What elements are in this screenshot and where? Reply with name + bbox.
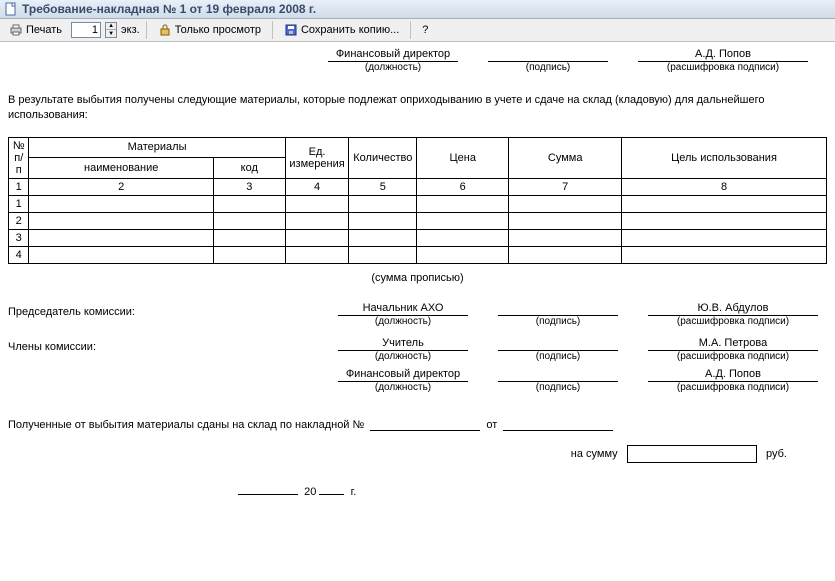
toolbar-separator — [272, 21, 273, 39]
th-npp: № п/п — [9, 137, 29, 178]
top-position-block: Финансовый директор (должность) — [328, 48, 458, 73]
top-name-value: А.Д. Попов — [638, 48, 808, 62]
toolbar: Печать ▲ ▼ экз. Только просмотр Сохранит… — [0, 19, 835, 42]
materials-table: № п/п Материалы Ед. измерения Количество… — [8, 137, 827, 264]
date-day-field — [238, 481, 298, 495]
member2-position: Финансовый директор — [338, 368, 468, 382]
save-copy-button[interactable]: Сохранить копию... — [279, 21, 404, 39]
top-signature-value — [488, 48, 608, 62]
table-row: 2 — [9, 212, 827, 229]
spinner-up-icon[interactable]: ▲ — [106, 23, 116, 30]
window-titlebar: Требование-накладная № 1 от 19 февраля 2… — [0, 0, 835, 19]
th-materials: Материалы — [29, 137, 285, 158]
th-unit: Ед. измерения — [285, 137, 349, 178]
sum-row: на сумму руб. — [8, 445, 827, 463]
invoice-number-field — [370, 417, 480, 431]
top-position-caption: (должность) — [328, 62, 458, 73]
top-name-caption: (расшифровка подписи) — [638, 62, 808, 73]
handover-from-label: от — [486, 419, 497, 431]
th-sum: Сумма — [509, 137, 622, 178]
top-position-value: Финансовый директор — [328, 48, 458, 62]
help-label: ? — [422, 24, 428, 36]
view-only-label: Только просмотр — [175, 24, 261, 36]
document-body: Финансовый директор (должность) (подпись… — [0, 42, 835, 518]
help-button[interactable]: ? — [417, 22, 433, 38]
toolbar-separator — [146, 21, 147, 39]
print-label: Печать — [26, 24, 62, 36]
handover-prefix: Полученные от выбытия материалы сданы на… — [8, 419, 364, 431]
chair-label: Председатель комиссии: — [8, 302, 308, 327]
top-name-block: А.Д. Попов (расшифровка подписи) — [638, 48, 808, 73]
sum-box — [627, 445, 757, 463]
copies-spinner[interactable]: ▲ ▼ — [105, 22, 117, 38]
date-century: 20 — [304, 486, 316, 498]
lock-icon — [158, 23, 172, 37]
member2-name: А.Д. Попов — [648, 368, 818, 382]
table-number-row: 1 2 3 4 5 6 7 8 — [9, 178, 827, 195]
th-name-sub: наименование — [29, 158, 213, 179]
member2-signature — [498, 368, 618, 382]
save-icon — [284, 23, 298, 37]
date-row: 20 г. — [8, 481, 827, 498]
chair-name: Ю.В. Абдулов — [648, 302, 818, 316]
th-qty: Количество — [349, 137, 417, 178]
invoice-date-field — [503, 417, 613, 431]
chair-signature — [498, 302, 618, 316]
copies-suffix: экз. — [121, 24, 140, 36]
th-purpose: Цель использования — [622, 137, 827, 178]
sum-label: на сумму — [571, 448, 618, 460]
th-price: Цена — [417, 137, 509, 178]
member1-name: М.А. Петрова — [648, 337, 818, 351]
toolbar-separator — [410, 21, 411, 39]
member1-signature — [498, 337, 618, 351]
chair-position: Начальник АХО — [338, 302, 468, 316]
table-row: 4 — [9, 246, 827, 263]
sum-in-words-caption: (сумма прописью) — [8, 272, 827, 284]
th-code-sub: код — [213, 158, 285, 179]
print-button[interactable]: Печать — [4, 21, 67, 39]
date-year-suffix: г. — [351, 486, 357, 498]
table-row: 1 — [9, 195, 827, 212]
sum-suffix: руб. — [766, 448, 787, 460]
date-year-field — [319, 481, 344, 495]
printer-icon — [9, 23, 23, 37]
top-signature-caption: (подпись) — [488, 62, 608, 73]
table-row: 3 — [9, 229, 827, 246]
members-label: Члены комиссии: — [8, 337, 308, 362]
view-only-button[interactable]: Только просмотр — [153, 21, 266, 39]
document-icon — [4, 2, 18, 16]
top-signature-block: (подпись) — [488, 48, 608, 73]
window-title: Требование-накладная № 1 от 19 февраля 2… — [22, 2, 316, 16]
member1-position: Учитель — [338, 337, 468, 351]
save-copy-label: Сохранить копию... — [301, 24, 399, 36]
spinner-down-icon[interactable]: ▼ — [106, 30, 116, 37]
copies-input[interactable] — [71, 22, 101, 38]
intro-paragraph: В результате выбытия получены следующие … — [8, 93, 827, 123]
